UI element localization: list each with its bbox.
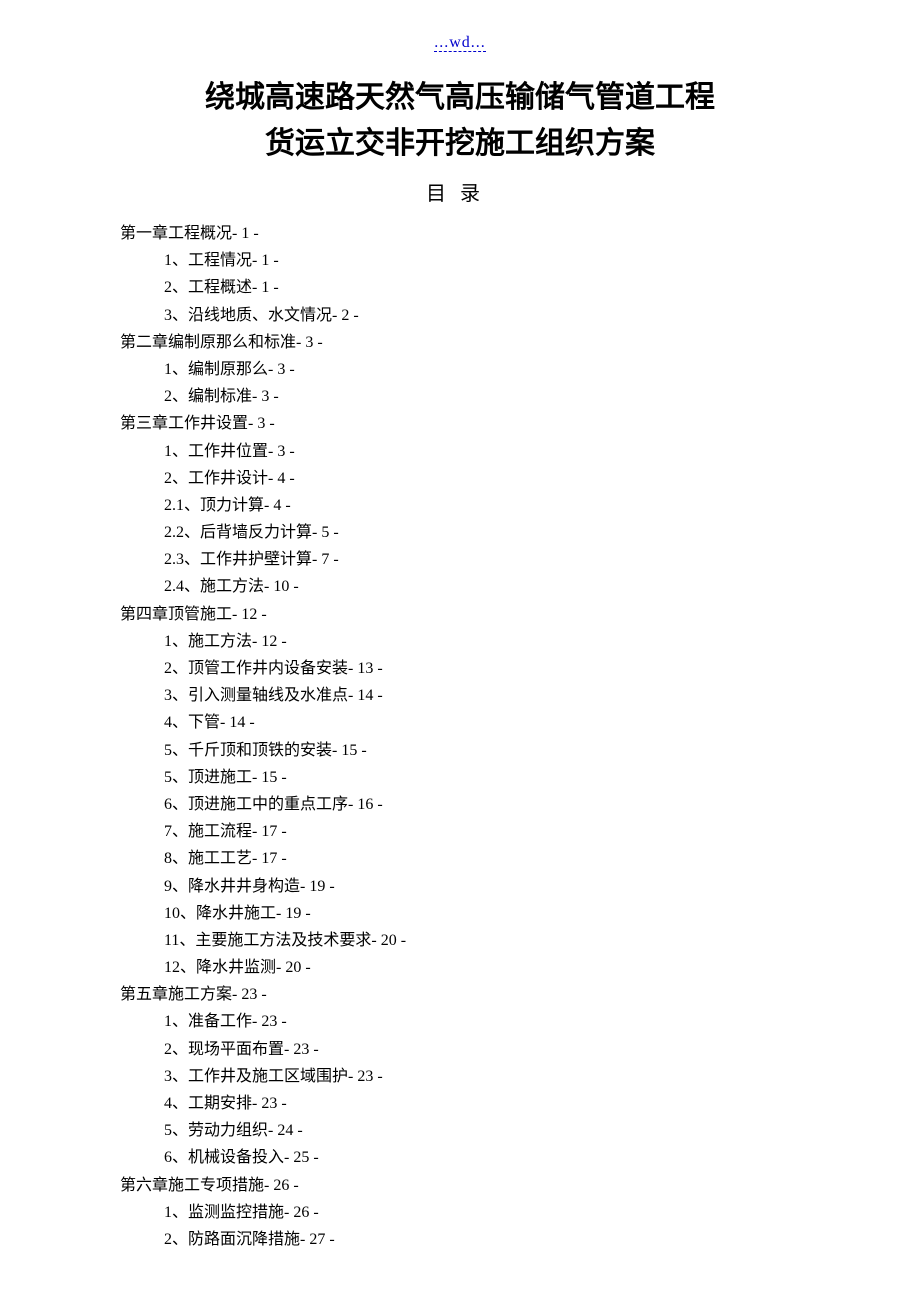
toc-item: 2、顶管工作井内设备安装- 13 -	[120, 655, 800, 682]
toc-item: 10、降水井施工- 19 -	[120, 900, 800, 927]
toc-chapter: 第六章施工专项措施- 26 -	[120, 1172, 800, 1199]
toc-item: 2、编制标准- 3 -	[120, 383, 800, 410]
toc-item: 2.1、顶力计算- 4 -	[120, 492, 800, 519]
toc-item: 1、工程情况- 1 -	[120, 247, 800, 274]
toc-item: 1、施工方法- 12 -	[120, 628, 800, 655]
toc-chapter: 第三章工作井设置- 3 -	[120, 410, 800, 437]
toc-item: 3、引入测量轴线及水准点- 14 -	[120, 682, 800, 709]
toc-item: 1、工作井位置- 3 -	[120, 438, 800, 465]
toc-heading: 目录	[120, 177, 800, 206]
toc-item: 6、顶进施工中的重点工序- 16 -	[120, 791, 800, 818]
toc-item: 2、防路面沉降措施- 27 -	[120, 1226, 800, 1253]
document-title: 绕城高速路天然气高压输储气管道工程	[120, 76, 800, 120]
toc-item: 2.3、工作井护壁计算- 7 -	[120, 546, 800, 573]
toc-chapter: 第四章顶管施工- 12 -	[120, 601, 800, 628]
toc-item: 5、千斤顶和顶铁的安装- 15 -	[120, 737, 800, 764]
document-subtitle: 货运立交非开挖施工组织方案	[120, 122, 800, 166]
header-mark: ...wd...	[120, 34, 800, 52]
toc-chapter: 第二章编制原那么和标准- 3 -	[120, 329, 800, 356]
toc-item: 3、沿线地质、水文情况- 2 -	[120, 302, 800, 329]
toc-item: 2.2、后背墙反力计算- 5 -	[120, 519, 800, 546]
toc-item: 12、降水井监测- 20 -	[120, 954, 800, 981]
toc-chapter: 第一章工程概况- 1 -	[120, 220, 800, 247]
toc-chapter: 第五章施工方案- 23 -	[120, 981, 800, 1008]
toc-item: 3、工作井及施工区域围护- 23 -	[120, 1063, 800, 1090]
toc-item: 5、顶进施工- 15 -	[120, 764, 800, 791]
toc-item: 2、工程概述- 1 -	[120, 274, 800, 301]
toc-item: 7、施工流程- 17 -	[120, 818, 800, 845]
toc-item: 1、准备工作- 23 -	[120, 1008, 800, 1035]
toc-item: 8、施工工艺- 17 -	[120, 845, 800, 872]
toc-item: 1、监测监控措施- 26 -	[120, 1199, 800, 1226]
toc-item: 2.4、施工方法- 10 -	[120, 573, 800, 600]
toc-item: 2、现场平面布置- 23 -	[120, 1036, 800, 1063]
toc-item: 2、工作井设计- 4 -	[120, 465, 800, 492]
toc-item: 4、工期安排- 23 -	[120, 1090, 800, 1117]
toc-item: 11、主要施工方法及技术要求- 20 -	[120, 927, 800, 954]
toc-item: 5、劳动力组织- 24 -	[120, 1117, 800, 1144]
toc-item: 6、机械设备投入- 25 -	[120, 1144, 800, 1171]
document-page: ...wd... 绕城高速路天然气高压输储气管道工程 货运立交非开挖施工组织方案…	[0, 0, 920, 1302]
toc-list: 第一章工程概况- 1 - 1、工程情况- 1 - 2、工程概述- 1 - 3、沿…	[120, 220, 800, 1253]
header-link[interactable]: ...wd...	[434, 34, 486, 52]
toc-item: 4、下管- 14 -	[120, 709, 800, 736]
toc-item: 9、降水井井身构造- 19 -	[120, 873, 800, 900]
toc-item: 1、编制原那么- 3 -	[120, 356, 800, 383]
